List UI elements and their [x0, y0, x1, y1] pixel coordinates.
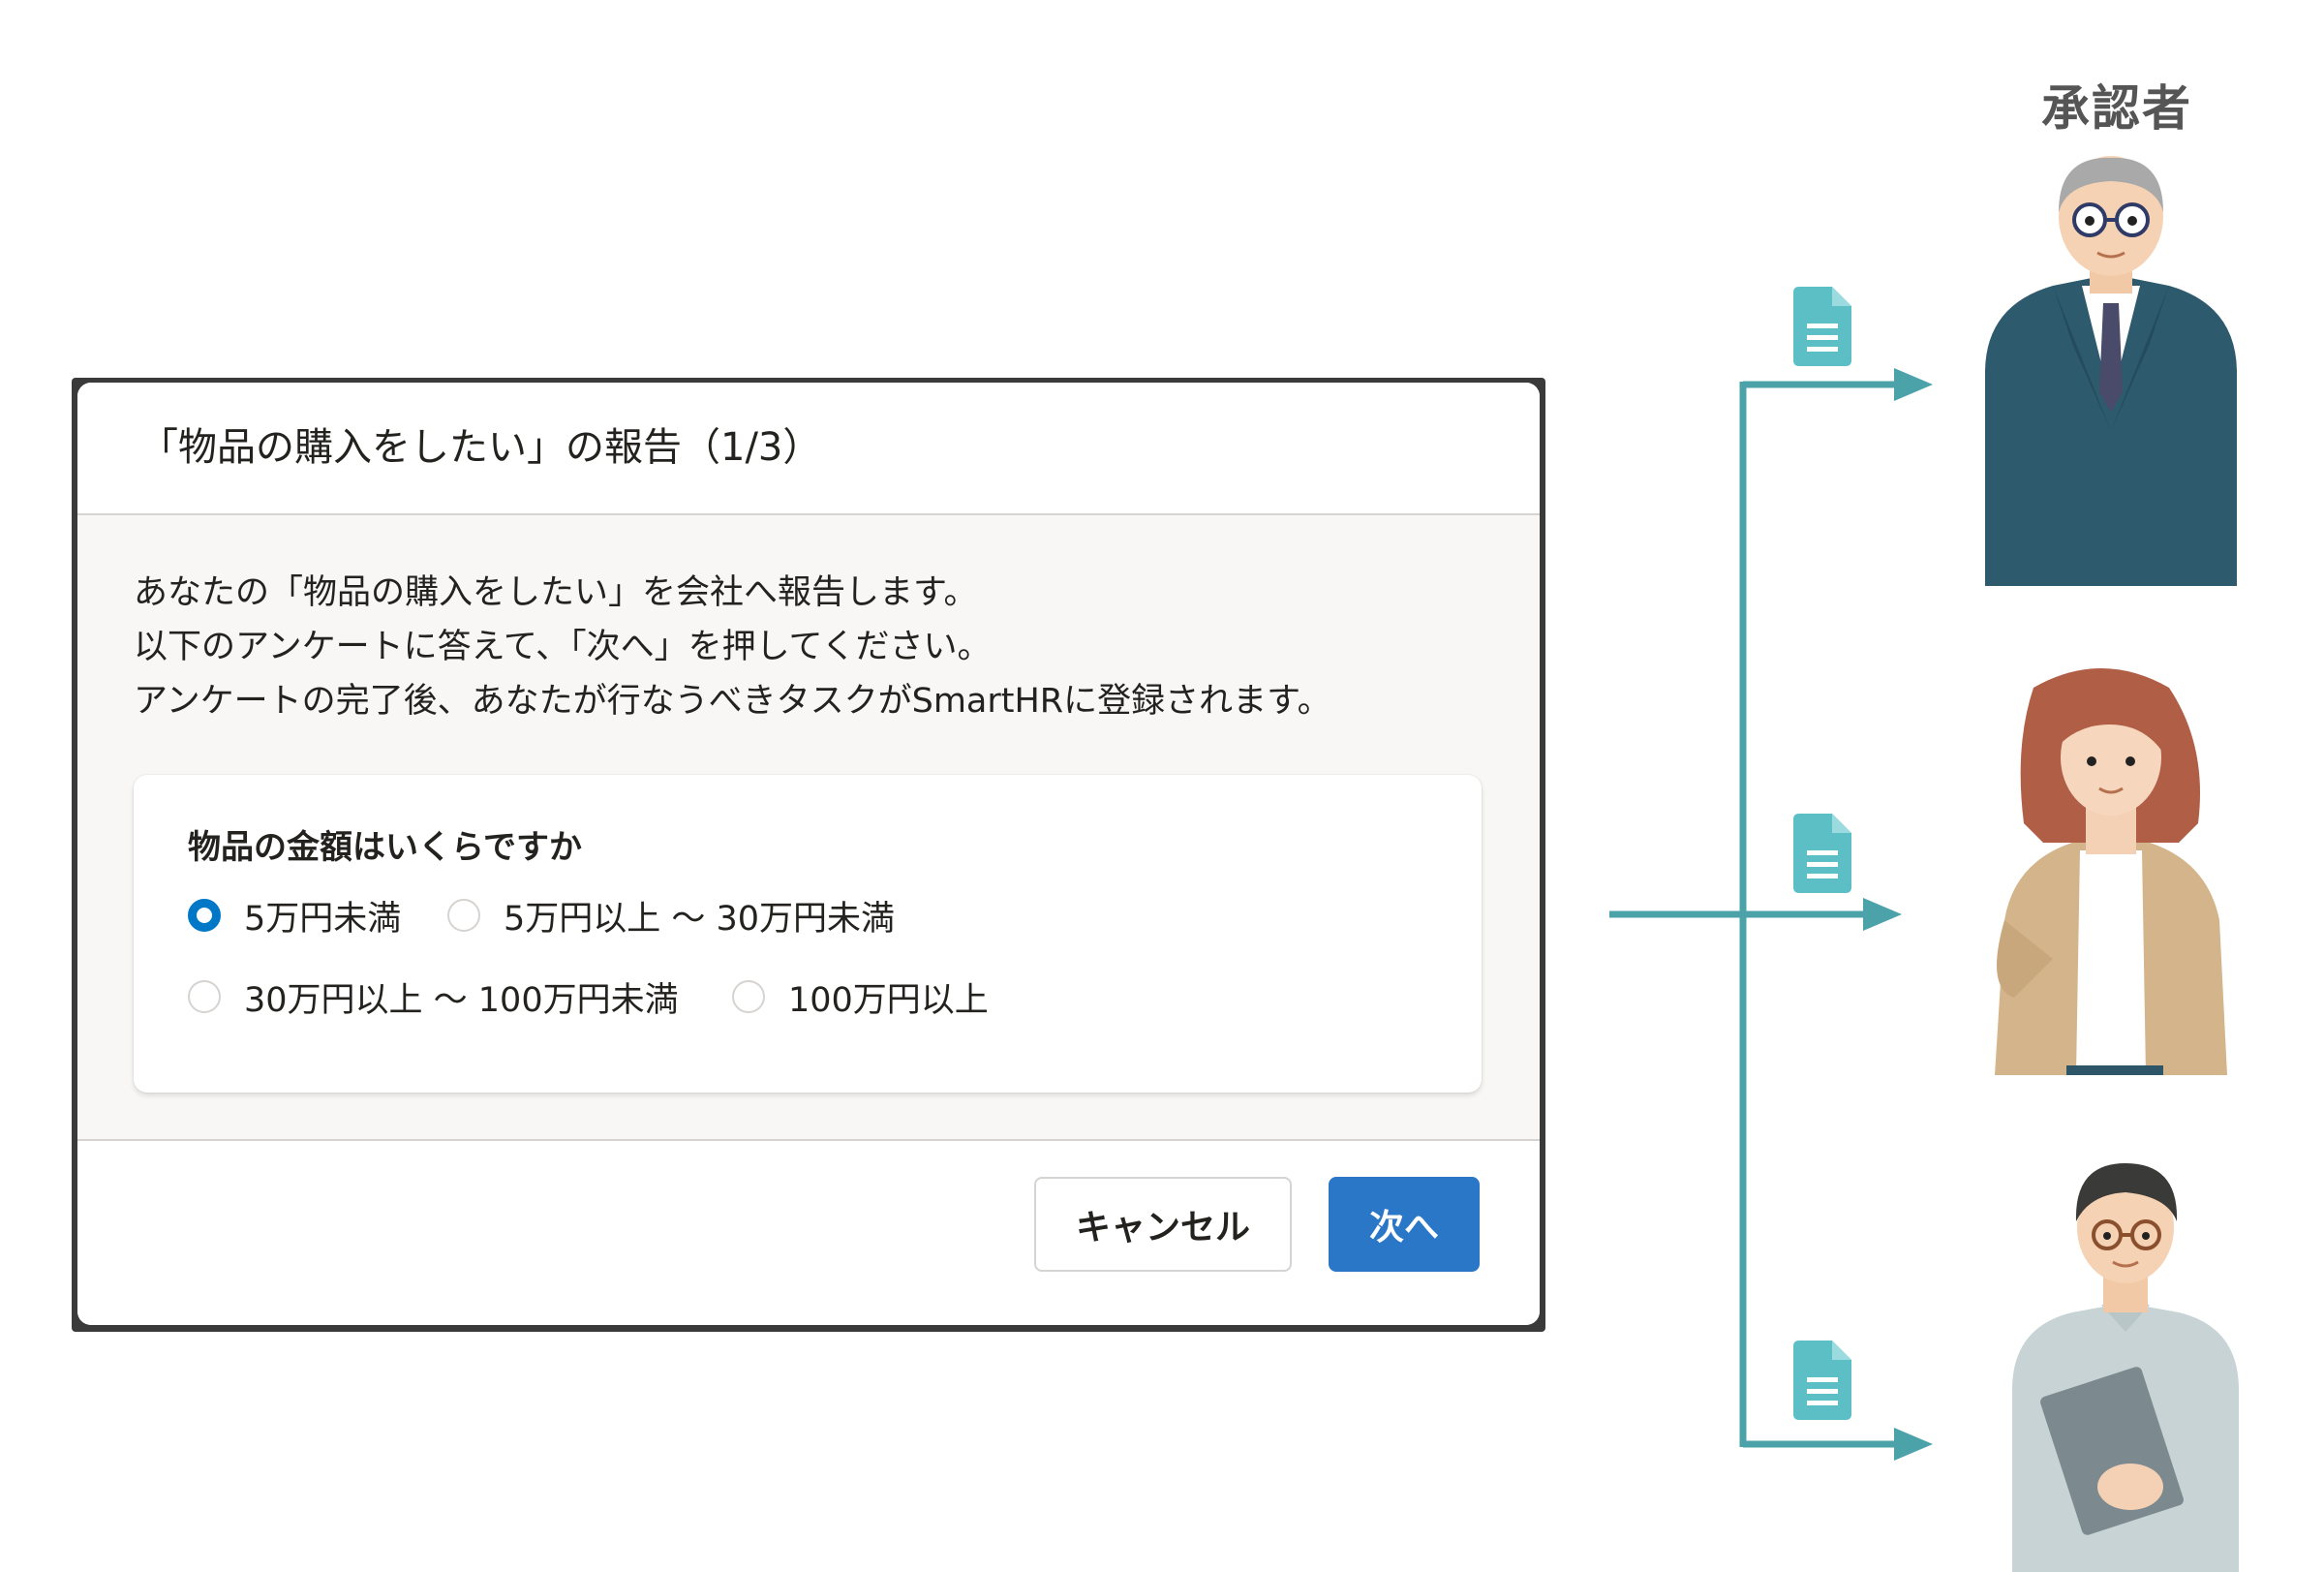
female-approver-illustration [1995, 668, 2227, 1075]
document-icon [1793, 1341, 1851, 1420]
male-approver-illustration [2012, 1163, 2239, 1572]
arrowhead-top [1894, 368, 1933, 401]
document-icon [1793, 287, 1851, 366]
arrowhead-middle [1863, 898, 1902, 931]
document-icon [1793, 814, 1851, 893]
senior-approver-illustration [1985, 156, 2237, 586]
arrowhead-bottom [1894, 1428, 1933, 1461]
